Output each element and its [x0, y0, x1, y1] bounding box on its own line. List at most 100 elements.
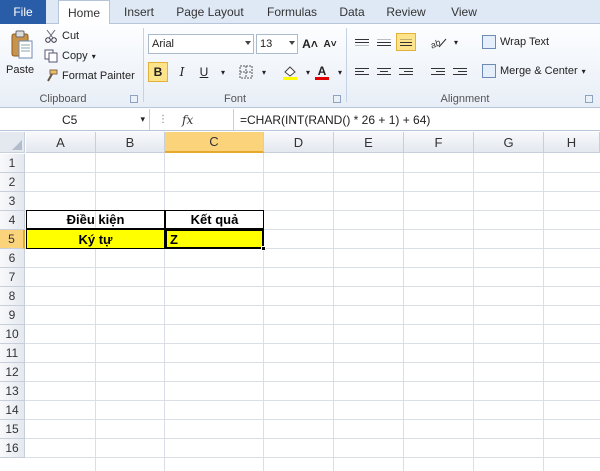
tab-insert[interactable]: Insert: [116, 0, 162, 24]
align-right-button[interactable]: [396, 62, 416, 80]
row-header-4[interactable]: 4: [0, 211, 25, 230]
cell-a5-merged[interactable]: Ký tự: [26, 229, 165, 249]
row-header-10[interactable]: 10: [0, 325, 25, 344]
shrink-font-button[interactable]: A˅: [320, 34, 340, 54]
font-color-swatch: [315, 76, 329, 80]
paint-bucket-icon: [283, 66, 297, 80]
tab-file[interactable]: File: [0, 0, 46, 24]
font-name-value: Arial: [152, 38, 175, 50]
group-divider: [143, 28, 144, 102]
font-size-value: 13: [260, 38, 273, 50]
copy-label: Copy: [62, 50, 88, 62]
wrap-text-label: Wrap Text: [500, 36, 550, 48]
copy-button[interactable]: Copy ▾: [44, 48, 96, 64]
gridlines: [25, 153, 600, 471]
chevron-down-icon[interactable]: ▾: [254, 62, 274, 82]
formula-controls: ⋮ fx: [152, 109, 234, 130]
orientation-button[interactable]: ab: [428, 32, 448, 52]
svg-text:ab: ab: [429, 37, 442, 49]
worksheet-grid: A B C D E F G H 1 2 3 4 5 6 7 8 9 10 11 …: [0, 132, 600, 471]
wrap-text-icon: [482, 35, 496, 49]
paste-icon[interactable]: [10, 30, 34, 60]
italic-button[interactable]: I: [172, 62, 192, 82]
align-center-button[interactable]: [374, 62, 394, 80]
tab-view[interactable]: View: [444, 0, 484, 24]
cell-c5-selected[interactable]: Z: [165, 229, 264, 249]
formula-input[interactable]: =CHAR(INT(RAND() * 26 + 1) + 64): [240, 109, 430, 130]
more-dots-icon: ⋮: [158, 114, 168, 125]
cell-a4-merged[interactable]: Điều kiện: [26, 210, 165, 229]
clipboard-group-label: Clipboard: [39, 93, 87, 105]
name-box[interactable]: C5 ▾: [0, 109, 150, 130]
bold-button[interactable]: B: [148, 62, 168, 82]
clipboard-dialog-launcher[interactable]: [130, 95, 138, 103]
row-header-14[interactable]: 14: [0, 401, 25, 420]
tab-data[interactable]: Data: [334, 0, 370, 24]
grow-font-button[interactable]: A˄: [300, 34, 320, 54]
borders-button[interactable]: [236, 62, 256, 82]
align-middle-button[interactable]: [374, 33, 394, 51]
borders-icon: [239, 65, 253, 79]
copy-icon: [44, 49, 58, 63]
chevron-down-icon: [289, 41, 295, 45]
cell-c4[interactable]: Kết quả: [165, 210, 264, 229]
align-bottom-button[interactable]: [396, 33, 416, 51]
fill-handle[interactable]: [261, 246, 266, 251]
increase-indent-button[interactable]: [450, 62, 470, 80]
row-header-1[interactable]: 1: [0, 154, 25, 173]
scissors-icon: [45, 29, 57, 43]
row-header-8[interactable]: 8: [0, 287, 25, 306]
tab-formulas[interactable]: Formulas: [258, 0, 326, 24]
font-group-label: Font: [223, 93, 246, 105]
format-painter-button[interactable]: Format Painter: [44, 68, 135, 84]
font-name-select[interactable]: Arial: [148, 34, 254, 54]
row-header-5[interactable]: 5: [0, 230, 25, 249]
chevron-down-icon[interactable]: ▾: [582, 67, 586, 76]
tab-page-layout[interactable]: Page Layout: [170, 0, 250, 24]
font-color-icon: A: [317, 63, 327, 78]
merge-center-icon: [482, 64, 496, 78]
cut-label: Cut: [62, 30, 80, 42]
row-header-11[interactable]: 11: [0, 344, 25, 363]
column-gridlines: [95, 153, 544, 471]
row-header-16[interactable]: 16: [0, 439, 25, 458]
row-header-13[interactable]: 13: [0, 382, 25, 401]
merge-center-button[interactable]: Merge & Center ▾: [482, 62, 586, 80]
cell-reference: C5: [62, 112, 78, 127]
orientation-icon: ab: [429, 37, 447, 49]
ribbon-home: Paste Cut Copy ▾ Format Painter Clipboar…: [0, 24, 600, 108]
chevron-down-icon[interactable]: ▾: [213, 62, 233, 82]
font-color-button[interactable]: A: [312, 62, 332, 82]
cut-button[interactable]: Cut: [44, 28, 79, 44]
chevron-down-icon[interactable]: ▾: [330, 62, 350, 82]
fill-color-button[interactable]: [280, 62, 300, 82]
row-header-2[interactable]: 2: [0, 173, 25, 192]
font-dialog-launcher[interactable]: [333, 95, 341, 103]
chevron-down-icon[interactable]: ▾: [446, 32, 466, 52]
alignment-group-label: Alignment: [440, 93, 490, 105]
row-header-7[interactable]: 7: [0, 268, 25, 287]
chevron-down-icon[interactable]: ▾: [140, 114, 145, 125]
merge-center-label: Merge & Center: [500, 65, 578, 77]
align-left-button[interactable]: [352, 62, 372, 80]
row-header-12[interactable]: 12: [0, 363, 25, 382]
chevron-down-icon[interactable]: ▾: [92, 52, 96, 61]
paste-button[interactable]: Paste: [6, 64, 34, 76]
alignment-dialog-launcher[interactable]: [585, 95, 593, 103]
format-painter-label: Format Painter: [62, 70, 135, 82]
row-header-3[interactable]: 3: [0, 192, 25, 211]
font-size-select[interactable]: 13: [256, 34, 298, 54]
decrease-indent-button[interactable]: [428, 62, 448, 80]
row-header-9[interactable]: 9: [0, 306, 25, 325]
align-top-button[interactable]: [352, 33, 372, 51]
underline-button[interactable]: U: [194, 62, 214, 82]
row-header-15[interactable]: 15: [0, 420, 25, 439]
insert-function-button[interactable]: fx: [182, 113, 193, 127]
tab-home[interactable]: Home: [58, 0, 110, 25]
paintbrush-icon: [47, 69, 58, 82]
wrap-text-button[interactable]: Wrap Text: [482, 33, 549, 51]
tab-review[interactable]: Review: [380, 0, 432, 24]
group-divider: [346, 28, 347, 102]
row-header-6[interactable]: 6: [0, 249, 25, 268]
chevron-down-icon: [245, 41, 251, 45]
